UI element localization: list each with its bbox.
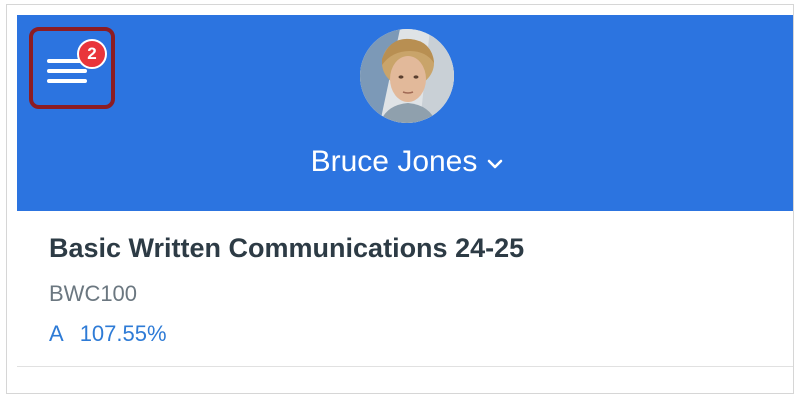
course-code: BWC100 — [49, 281, 138, 306]
course-grade: A 107.55% — [49, 321, 167, 347]
profile-header: 2 Bruce Jones — [17, 15, 793, 211]
menu-notification-badge: 2 — [77, 39, 107, 69]
grade-percent: 107.55% — [79, 321, 167, 346]
course-title[interactable]: Basic Written Communications 24-25 — [49, 233, 524, 264]
hamburger-menu-icon-bar — [47, 69, 87, 73]
avatar[interactable] — [360, 29, 454, 123]
avatar-photo — [360, 29, 454, 123]
hamburger-menu-icon-bar — [47, 79, 87, 83]
grade-letter: A — [49, 321, 64, 346]
list-divider — [17, 366, 793, 367]
user-name: Bruce Jones — [310, 145, 478, 178]
chevron-down-icon — [487, 144, 503, 178]
user-name-dropdown[interactable]: Bruce Jones — [287, 145, 527, 179]
app-frame: 2 Bruce Jones Basic Written Communicatio… — [6, 4, 794, 394]
